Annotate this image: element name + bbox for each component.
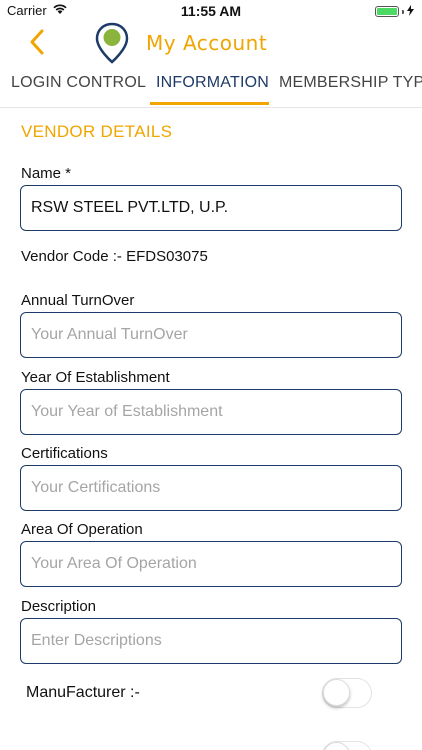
charging-bolt-icon: [407, 4, 414, 19]
tab-information[interactable]: INFORMATION: [156, 74, 269, 92]
manufacturer-label: ManuFacturer :-: [26, 684, 140, 701]
tab-bar: LOGIN CONTROL INFORMATION MEMBERSHIP TYP…: [0, 64, 422, 108]
certifications-label: Certifications: [21, 445, 108, 462]
description-field[interactable]: [20, 618, 402, 664]
certifications-field[interactable]: [20, 465, 402, 511]
status-time: 11:55 AM: [180, 3, 242, 19]
toggle-knob: [323, 742, 350, 750]
area-of-operation-label: Area Of Operation: [21, 521, 143, 538]
annual-turnover-label: Annual TurnOver: [21, 292, 135, 309]
year-of-establishment-field[interactable]: [20, 389, 402, 435]
status-right: [375, 4, 414, 19]
active-tab-indicator: [150, 102, 269, 105]
page-title: My Account: [146, 31, 268, 55]
area-of-operation-field[interactable]: [20, 541, 402, 587]
back-button[interactable]: [26, 28, 50, 56]
next-toggle[interactable]: [322, 741, 372, 750]
name-label: Name *: [21, 165, 72, 182]
section-title: VENDOR DETAILS: [21, 122, 173, 141]
name-field[interactable]: [20, 185, 402, 231]
battery-icon: [375, 6, 399, 17]
map-pin-logo: [94, 22, 130, 64]
year-of-establishment-label: Year Of Establishment: [21, 369, 170, 386]
tab-membership-type[interactable]: MEMBERSHIP TYPE: [279, 74, 422, 92]
status-bar: Carrier 11:55 AM: [0, 0, 422, 22]
nav-bar: My Account: [0, 22, 422, 64]
toggle-knob: [323, 679, 350, 706]
description-label: Description: [21, 598, 97, 615]
tab-login-control[interactable]: LOGIN CONTROL: [11, 74, 146, 92]
annual-turnover-field[interactable]: [20, 312, 402, 358]
vendor-code-text: Vendor Code :- EFDS03075: [21, 248, 208, 265]
battery-level: [377, 8, 397, 15]
chevron-left-icon: [30, 29, 44, 55]
battery-tip: [402, 9, 404, 14]
manufacturer-toggle[interactable]: [322, 678, 372, 708]
